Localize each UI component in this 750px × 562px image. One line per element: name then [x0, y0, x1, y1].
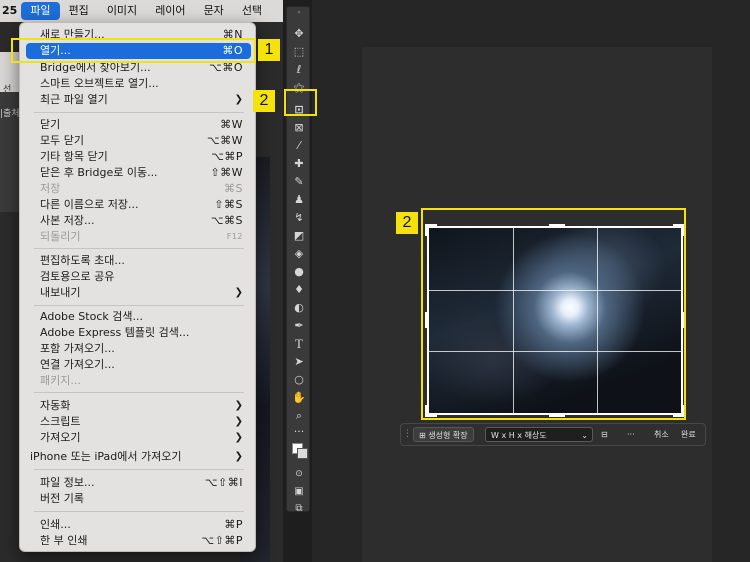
- lasso-tool-icon[interactable]: ℓ: [287, 61, 311, 77]
- color-swatches-icon[interactable]: [287, 439, 311, 463]
- menu-item-export[interactable]: 내보내기 ❯: [26, 285, 251, 301]
- history-brush-tool-icon[interactable]: ↯: [287, 209, 311, 225]
- menu-item-close-others[interactable]: 기타 항목 닫기 ⌥⌘P: [26, 149, 251, 165]
- done-button[interactable]: 완료: [681, 427, 696, 442]
- frame-tool-icon[interactable]: ⊠: [287, 119, 311, 135]
- contextual-taskbar: ⋮ ⊞ 생성형 확장 W x H x 해상도 ⌄ ⊟ ··· 취소 완료: [400, 423, 706, 446]
- menu-separator: [34, 469, 244, 470]
- menu-item-close-all[interactable]: 모두 닫기 ⌥⌘W: [26, 133, 251, 149]
- chevron-right-icon: ❯: [234, 416, 243, 427]
- chevron-right-icon: ❯: [234, 432, 243, 443]
- menu-item-open-recent[interactable]: 최근 파일 열기 ❯: [26, 92, 251, 108]
- menu-item-automate[interactable]: 자동화 ❯: [26, 398, 251, 414]
- panel-fragment: |출처: [0, 92, 20, 212]
- menu-separator: [34, 392, 244, 393]
- menu-separator: [34, 112, 244, 113]
- chevron-right-icon: ❯: [234, 94, 243, 105]
- menu-separator: [34, 305, 244, 306]
- menu-item-print[interactable]: 인쇄... ⌘P: [26, 517, 251, 533]
- menu-item-save-copy[interactable]: 사본 저장... ⌥⌘S: [26, 213, 251, 229]
- ratio-select[interactable]: W x H x 해상도 ⌄: [485, 427, 593, 442]
- more-options-button[interactable]: ···: [627, 427, 635, 442]
- annotation-badge-2: 2: [253, 90, 275, 112]
- chevron-right-icon: ❯: [234, 287, 243, 298]
- chevron-right-icon: ❯: [234, 400, 243, 411]
- menu-item-revert: 되돌리기 F12: [40, 230, 243, 243]
- path-selection-tool-icon[interactable]: ➤: [287, 353, 311, 369]
- file-menu-dropdown: 새로 만들기... ⌘N 열기... ⌘O Bridge에서 찾아보기... ⌥⌘O …: [19, 22, 256, 552]
- menu-item-close[interactable]: 닫기 ⌘W: [26, 117, 251, 133]
- menu-item-close-go-bridge[interactable]: 닫은 후 Bridge로 이동... ⇧⌘W: [26, 165, 251, 181]
- menu-item-scripts[interactable]: 스크립트 ❯: [26, 414, 251, 430]
- partial-label-2: |출처: [0, 109, 20, 119]
- blur-tool-icon[interactable]: ●: [287, 263, 311, 279]
- brush-tool-icon[interactable]: ✎: [287, 173, 311, 189]
- cancel-button[interactable]: 취소: [654, 427, 669, 442]
- healing-brush-tool-icon[interactable]: ✚: [287, 155, 311, 171]
- more-tools-icon[interactable]: ···: [287, 423, 311, 439]
- artboard-icon[interactable]: ⧉: [287, 501, 311, 517]
- menu-item-import-from-iphone[interactable]: iPhone 또는 iPad에서 가져오기 ❯: [26, 449, 251, 465]
- menu-separator: [34, 511, 244, 512]
- menu-select[interactable]: 선택: [233, 0, 271, 22]
- menu-item-search-adobe-express[interactable]: Adobe Express 템플릿 검색...: [26, 325, 251, 341]
- smudge-tool-icon[interactable]: ◐: [287, 299, 311, 315]
- menu-item-print-one-copy[interactable]: 한 부 인쇄 ⌥⇧⌘P: [26, 533, 251, 549]
- app-name-fragment: 25: [2, 4, 18, 17]
- panel-collapse-icon[interactable]: »: [287, 9, 311, 17]
- menu-item-package: 패키지...: [40, 374, 81, 387]
- menu-item-save: 저장 ⌘S: [40, 182, 243, 195]
- type-tool-icon[interactable]: T: [287, 335, 311, 351]
- straighten-icon[interactable]: ⊟: [601, 427, 608, 442]
- move-tool-icon[interactable]: ✥: [287, 25, 311, 41]
- pen-tool-icon[interactable]: ✒: [287, 317, 311, 333]
- menu-type[interactable]: 문자: [195, 0, 233, 22]
- menu-item-import[interactable]: 가져오기 ❯: [26, 430, 251, 446]
- chevron-down-icon: ⌄: [581, 431, 588, 440]
- generative-expand-button[interactable]: ⊞ 생성형 확장: [413, 427, 474, 442]
- quick-mask-icon[interactable]: ⊙: [287, 466, 311, 482]
- marquee-tool-icon[interactable]: ⬚: [287, 43, 311, 59]
- menu-separator: [34, 248, 244, 249]
- eraser-tool-icon[interactable]: ◩: [287, 227, 311, 243]
- menu-layer[interactable]: 레이어: [146, 0, 194, 22]
- annotation-badge-3: 2: [396, 212, 418, 234]
- hand-tool-icon[interactable]: ✋: [287, 389, 311, 405]
- stamp-tool-icon[interactable]: ♟: [287, 191, 311, 207]
- dodge-tool-icon[interactable]: ♦: [287, 281, 311, 297]
- chevron-right-icon: ❯: [234, 451, 243, 462]
- menu-file[interactable]: 파일: [21, 2, 60, 20]
- menu-item-file-info[interactable]: 파일 정보... ⌥⇧⌘I: [26, 475, 251, 491]
- menu-item-save-as[interactable]: 다른 이름으로 저장... ⇧⌘S: [26, 197, 251, 213]
- screen-mode-icon[interactable]: ▣: [287, 484, 311, 500]
- menu-item-place-linked[interactable]: 연결 가져오기...: [26, 357, 251, 373]
- shape-tool-icon[interactable]: ○: [287, 371, 311, 387]
- generative-expand-icon: ⊞: [419, 431, 429, 440]
- menu-item-open-smart-object[interactable]: 스마트 오브젝트로 열기...: [26, 76, 251, 92]
- drag-handle-icon[interactable]: ⋮: [403, 427, 412, 442]
- zoom-tool-icon[interactable]: ⌕: [287, 407, 311, 423]
- annotation-badge-1: 1: [258, 39, 280, 61]
- eyedropper-tool-icon[interactable]: ⁄: [287, 137, 311, 153]
- annotation-highlight-crop-area: [421, 208, 686, 420]
- menu-image[interactable]: 이미지: [98, 0, 146, 22]
- menu-item-search-adobe-stock[interactable]: Adobe Stock 검색...: [26, 309, 251, 325]
- gradient-tool-icon[interactable]: ◈: [287, 245, 311, 261]
- menu-item-place-embedded[interactable]: 포함 가져오기...: [26, 341, 251, 357]
- menu-item-version-history[interactable]: 버전 기록: [26, 491, 251, 507]
- menu-item-invite-to-edit[interactable]: 편집하도록 초대...: [26, 253, 251, 269]
- annotation-highlight-open: [11, 38, 256, 63]
- menu-item-share-for-review[interactable]: 검토용으로 공유: [26, 269, 251, 285]
- annotation-highlight-crop-tool: [284, 89, 317, 116]
- menu-edit[interactable]: 편집: [60, 0, 98, 22]
- menu-bar: 25 파일 편집 이미지 레이어 문자 선택: [0, 0, 283, 22]
- tools-panel: » ✥ ⬚ ℓ ⚝ ⊡ ⊠ ⁄ ✚ ✎ ♟ ↯ ◩ ◈ ● ♦ ◐ ✒ T ➤ …: [286, 6, 311, 514]
